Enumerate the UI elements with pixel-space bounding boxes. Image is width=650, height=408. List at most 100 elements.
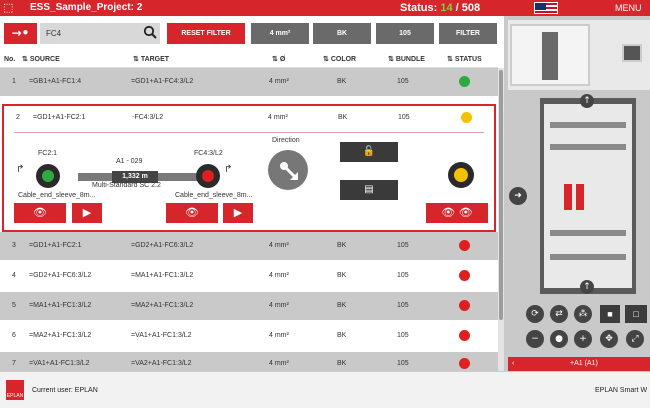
status-done: 14 bbox=[440, 2, 453, 14]
document-button[interactable]: ▤ bbox=[340, 180, 398, 200]
col-target[interactable]: ⇅ TARGET bbox=[133, 52, 169, 68]
col-diameter[interactable]: ⇅ Ø bbox=[272, 52, 285, 68]
cell-bundle: 105 bbox=[397, 332, 409, 339]
move-up-button[interactable]: ↑ bbox=[580, 94, 594, 108]
cell-source: =GD1+A1-FC2:1 bbox=[29, 242, 82, 249]
location-bar[interactable]: ‹ +A1 (A1) bbox=[508, 357, 650, 371]
table-row[interactable]: 6 =MA2+A1-FC1:3/L2 =VA1+A1-FC1:3/L2 4 mm² BK… bbox=[0, 322, 498, 350]
component-red[interactable] bbox=[564, 184, 572, 210]
direction-filter-button[interactable]: →• bbox=[4, 23, 37, 44]
connect-left-icon: ↱ bbox=[16, 164, 25, 175]
to-view-button[interactable]: 👁 bbox=[166, 203, 218, 223]
from-view-button[interactable]: 👁 bbox=[14, 203, 66, 223]
menu-button[interactable]: MENU bbox=[615, 0, 642, 16]
cell-color: BK bbox=[337, 302, 347, 309]
cell-target: =GD1+A1-FC4:3/L2 bbox=[131, 78, 194, 85]
to-terminal-icon[interactable] bbox=[196, 164, 220, 188]
filter-chip-bundle[interactable]: 105 bbox=[376, 23, 434, 44]
cell-no: 6 bbox=[12, 332, 16, 339]
din-rail bbox=[550, 230, 626, 236]
cell-bundle: 105 bbox=[397, 242, 409, 249]
col-bundle[interactable]: ⇅ BUNDLE bbox=[388, 52, 425, 68]
pan-button[interactable]: ✥ bbox=[600, 330, 618, 348]
direction-arrow-icon bbox=[280, 162, 298, 180]
eye-icon: 👁 bbox=[33, 206, 47, 219]
eye-icon: 👁 👁 bbox=[441, 206, 473, 219]
col-status-label: STATUS bbox=[454, 56, 482, 63]
footer-bar: EPLAN Current user: EPLAN EPLAN Smart W bbox=[0, 371, 650, 408]
filter-chip-color[interactable]: BK bbox=[313, 23, 371, 44]
fit-view-button[interactable]: ⤢ bbox=[626, 330, 644, 348]
to-play-button[interactable]: ▶ bbox=[223, 203, 253, 223]
document-icon: ▤ bbox=[364, 184, 374, 195]
cell-source: =GD2+A1-FC6:3/L2 bbox=[29, 272, 92, 279]
solid-view-button[interactable]: ■ bbox=[600, 305, 620, 323]
top-bar: ⬚ ESS_Sample_Project: 2 Status: 14 / 508… bbox=[0, 0, 650, 16]
chevron-left-icon[interactable]: ‹ bbox=[512, 357, 514, 371]
tool-button-3[interactable]: ⁂ bbox=[574, 305, 592, 323]
unlock-button[interactable]: 🔓 bbox=[340, 142, 398, 162]
outline-view-button[interactable]: □ bbox=[625, 305, 647, 323]
from-play-button[interactable]: ▶ bbox=[72, 203, 102, 223]
component-red[interactable] bbox=[576, 184, 584, 210]
wire-id: A1 - 029 bbox=[116, 158, 143, 165]
cell-diam: 4 mm² bbox=[269, 242, 289, 249]
cell-target: =MA2+A1-FC1:3/L2 bbox=[131, 302, 194, 309]
cell-no: 5 bbox=[12, 302, 16, 309]
table-row[interactable]: 4 =GD2+A1-FC6:3/L2 =MA1+A1-FC1:3/L2 4 mm² BK… bbox=[0, 262, 498, 290]
eye-icon: 👁 bbox=[185, 206, 199, 219]
cell-no: 1 bbox=[12, 78, 16, 85]
location-label: +A1 (A1) bbox=[570, 360, 598, 367]
col-status[interactable]: ⇅ STATUS bbox=[447, 52, 482, 68]
scrollbar-thumb[interactable] bbox=[499, 70, 503, 320]
cell-source: =MA2+A1-FC1:3/L2 bbox=[29, 332, 92, 339]
table-row[interactable]: 1 =GB1+A1-FC1:4 =GD1+A1-FC4:3/L2 4 mm² BK 105 bbox=[0, 68, 498, 96]
search-value[interactable]: FC4 bbox=[46, 23, 61, 44]
tool-button-1[interactable]: ⟳ bbox=[526, 305, 544, 323]
cell-source: =GB1+A1-FC1:4 bbox=[29, 78, 82, 85]
din-rail bbox=[550, 254, 626, 260]
reset-zoom-button[interactable]: ● bbox=[550, 330, 568, 348]
app-root: ⬚ ESS_Sample_Project: 2 Status: 14 / 508… bbox=[0, 0, 650, 408]
previous-view-button[interactable]: ➜ bbox=[509, 187, 527, 205]
status-label: Status: bbox=[400, 2, 438, 14]
from-terminal-icon[interactable] bbox=[36, 164, 60, 188]
zoom-in-button[interactable]: + bbox=[574, 330, 592, 348]
status-dot bbox=[459, 300, 470, 311]
unlock-icon: 🔓 bbox=[362, 146, 376, 157]
tool-button-2[interactable]: ⇄ bbox=[550, 305, 568, 323]
status-indicator[interactable] bbox=[448, 162, 474, 188]
status-view-button[interactable]: 👁 👁 bbox=[426, 203, 488, 223]
thumbnail-selected[interactable] bbox=[510, 24, 590, 86]
filter-bar: →• FC4 RESET FILTER 4 mm² BK 105 FILTER bbox=[0, 16, 504, 52]
move-up-lower-button[interactable]: ↑ bbox=[580, 280, 594, 294]
play-icon: ▶ bbox=[233, 206, 243, 219]
cell-target: =VA1+A1-FC1:3/L2 bbox=[131, 332, 192, 339]
col-source[interactable]: ⇅ SOURCE bbox=[22, 52, 60, 68]
table-row[interactable]: 5 =MA1+A1-FC1:3/L2 =MA2+A1-FC1:3/L2 4 mm² BK… bbox=[0, 292, 498, 320]
zoom-out-button[interactable]: − bbox=[526, 330, 544, 348]
search-input[interactable]: FC4 bbox=[40, 23, 160, 44]
thumbnail-other[interactable] bbox=[622, 44, 642, 62]
project-title: ESS_Sample_Project: 2 bbox=[30, 2, 143, 13]
direction-button[interactable] bbox=[268, 150, 308, 190]
table-row[interactable]: 7 =VA1+A1-FC1:3/L2 =VA2+A1-FC1:3/L2 4 mm² BK… bbox=[0, 352, 498, 371]
cell-target: =GD2+A1-FC6:3/L2 bbox=[131, 242, 194, 249]
filter-chip-diameter[interactable]: 4 mm² bbox=[251, 23, 309, 44]
current-user: Current user: EPLAN bbox=[32, 387, 98, 394]
cell-color: BK bbox=[337, 242, 347, 249]
brand-name: EPLAN Smart W bbox=[595, 387, 648, 394]
search-icon[interactable] bbox=[143, 25, 157, 39]
col-color[interactable]: ⇅ COLOR bbox=[323, 52, 356, 68]
table-row[interactable]: 3 =GD1+A1-FC2:1 =GD2+A1-FC6:3/L2 4 mm² BK 105 bbox=[0, 232, 498, 260]
col-no[interactable]: No. bbox=[4, 52, 15, 68]
detail-diameter: 4 mm² bbox=[268, 114, 288, 121]
cell-target: =MA1+A1-FC1:3/L2 bbox=[131, 272, 194, 279]
us-flag-icon[interactable] bbox=[534, 2, 558, 14]
detail-row-no: 2 bbox=[16, 114, 20, 121]
reset-filter-button[interactable]: RESET FILTER bbox=[167, 23, 245, 44]
connect-right-icon: ↱ bbox=[224, 164, 233, 175]
filter-button[interactable]: FILTER bbox=[439, 23, 497, 44]
status-dot bbox=[459, 270, 470, 281]
to-end-treatment: Cable_end_sleeve_8m... bbox=[175, 192, 253, 199]
